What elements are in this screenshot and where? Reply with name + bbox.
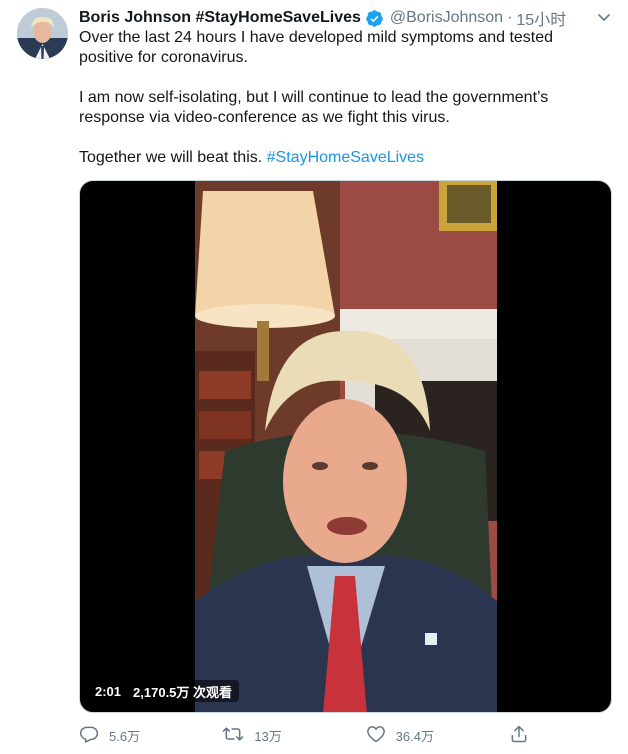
tweet-header: Boris Johnson #StayHomeSaveLives @BorisJ… <box>79 7 612 29</box>
tweet-actions: 5.6万 13万 36.4万 <box>79 722 539 748</box>
tweet-paragraph: I am now self-isolating, but I will cont… <box>79 89 549 126</box>
heart-icon <box>366 724 396 747</box>
like-count: 36.4万 <box>395 728 434 744</box>
tweet-card[interactable]: Boris Johnson #StayHomeSaveLives @BorisJ… <box>0 0 628 754</box>
retweet-button[interactable]: 13万 <box>222 724 365 747</box>
like-button[interactable]: 36.4万 <box>366 724 509 747</box>
chevron-down-icon[interactable] <box>596 9 612 30</box>
video-view-count: 2,170.5万 次观看 <box>133 684 233 700</box>
video-info-overlay: 2:01 2,170.5万 次观看 <box>88 680 240 702</box>
verified-badge-icon <box>365 9 384 28</box>
tweet-paragraph: Over the last 24 hours I have developed … <box>79 29 554 66</box>
video-duration: 2:01 <box>95 683 122 699</box>
video-thumbnail[interactable] <box>195 181 497 712</box>
video-player[interactable]: 2:01 2,170.5万 次观看 <box>79 180 612 713</box>
reply-button[interactable]: 5.6万 <box>79 724 222 747</box>
reply-icon <box>79 724 109 747</box>
share-button[interactable] <box>509 724 539 747</box>
tweet-paragraph: Together we will beat this. #StayHomeSav… <box>79 148 609 168</box>
retweet-count: 13万 <box>254 728 282 744</box>
author-name[interactable]: Boris Johnson #StayHomeSaveLives <box>79 9 361 27</box>
author-handle[interactable]: @BorisJohnson <box>390 9 503 27</box>
avatar[interactable] <box>17 8 68 59</box>
hashtag-link[interactable]: #StayHomeSaveLives <box>267 149 424 166</box>
reply-count: 5.6万 <box>109 728 141 744</box>
tweet-timestamp[interactable]: 15小时 <box>516 6 566 30</box>
share-icon <box>509 724 539 747</box>
tweet-paragraph-text: Together we will beat this. <box>79 149 267 166</box>
tweet-text: Over the last 24 hours I have developed … <box>79 28 609 188</box>
retweet-icon <box>222 724 254 747</box>
separator-dot: · <box>507 9 513 26</box>
